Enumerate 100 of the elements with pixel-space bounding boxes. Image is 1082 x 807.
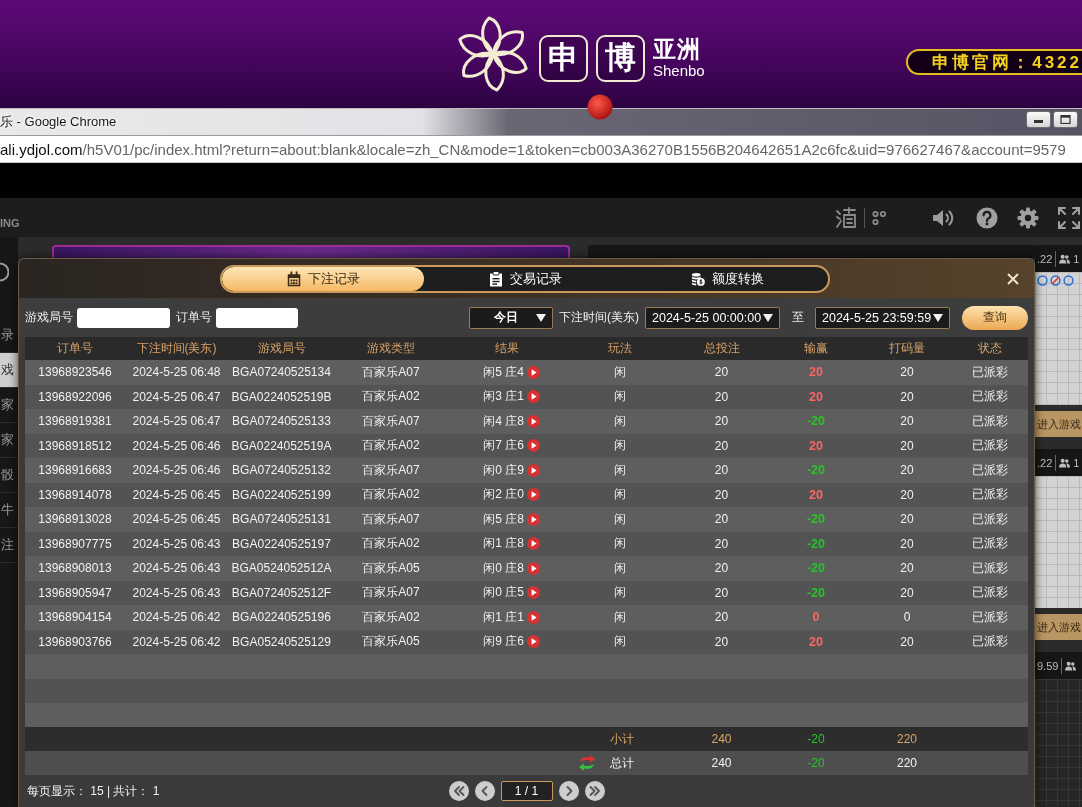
address-bar[interactable]: ali.ydjol.com/h5V01/pc/index.html?return=about:blank&locale=zh_CN&mode=1&token=cb003A36270B1556B204642651A2c6fc&uid=976627467&account=9579 <box>0 135 1082 163</box>
table-cell-text: 闲 <box>613 535 627 553</box>
play-icon[interactable] <box>526 365 540 379</box>
table-cell-text: 已派彩 <box>970 535 1009 553</box>
table-cell-text: BGA0524052512A <box>230 561 333 576</box>
start-time-dropdown[interactable]: 2024-5-25 00:00:00 <box>645 306 780 329</box>
play-icon[interactable] <box>526 414 540 428</box>
help-icon[interactable] <box>976 206 998 229</box>
table-cell-text: 13968905947 <box>37 585 113 600</box>
player-count: 1 <box>1073 252 1080 265</box>
win-loss-value: -20 <box>806 536 826 551</box>
result-text: 闲5 庄8 <box>483 510 524 528</box>
page-field[interactable]: 1 / 1 <box>500 781 553 801</box>
tab[interactable]: 交易记录 <box>424 266 626 291</box>
play-icon[interactable] <box>526 439 540 453</box>
play-icon[interactable] <box>526 463 540 477</box>
table-cell-text: 13968907775 <box>37 536 113 551</box>
table-cell-text: 13968904154 <box>37 610 113 625</box>
sidebar-item[interactable]: 戏 <box>0 353 18 388</box>
tab[interactable]: 下注记录 <box>222 266 424 291</box>
table-cell-text: BGA02240525199 <box>231 487 332 502</box>
calendar-icon <box>286 270 301 287</box>
table-cell-text: 百家乐A07 <box>361 363 421 381</box>
next-page-button[interactable] <box>558 781 579 801</box>
play-icon[interactable] <box>526 537 540 551</box>
table-cell-text: 闲 <box>613 584 627 602</box>
dots-icon[interactable] <box>872 209 886 226</box>
result-text: 闲0 庄8 <box>483 559 524 577</box>
tab[interactable]: 额度转换 <box>626 266 828 291</box>
table-cell-text: 百家乐A02 <box>361 388 421 406</box>
play-icon[interactable] <box>526 390 540 404</box>
first-page-button[interactable] <box>448 781 469 801</box>
column-header: 玩法 <box>607 340 633 357</box>
table-cell-text: 2024-5-25 06:45 <box>131 512 222 527</box>
table-cell-text: 百家乐A05 <box>361 559 421 577</box>
result-text: 闲1 庄8 <box>483 535 524 553</box>
stat-value: 9.59 <box>1037 659 1059 672</box>
win-loss-value: 0 <box>812 610 820 625</box>
table-cell-text: 已派彩 <box>970 461 1009 479</box>
table-cell-text: 闲 <box>613 363 627 381</box>
close-button[interactable] <box>1007 272 1019 285</box>
end-time-dropdown[interactable]: 2024-5-25 23:59:59 <box>815 306 950 329</box>
brand-text: ING <box>0 216 20 229</box>
table-cell-text: 闲 <box>613 608 627 626</box>
enter-game-button[interactable]: 进入游戏 <box>1035 614 1082 640</box>
table-cell-text: 已派彩 <box>970 510 1009 528</box>
table-cell-text: 20 <box>899 389 915 404</box>
play-icon[interactable] <box>526 635 540 649</box>
period-dropdown[interactable]: 今日 <box>469 306 553 329</box>
win-loss-value: 20 <box>809 487 823 502</box>
table-cell-text: 闲 <box>613 461 627 479</box>
table-cell-text: 20 <box>899 438 915 453</box>
win-loss-value: -20 <box>806 414 826 429</box>
order-number-field[interactable] <box>216 307 298 328</box>
table-cell-text: 已派彩 <box>970 437 1009 455</box>
play-icon[interactable] <box>526 488 540 502</box>
logo-character: 博 <box>596 34 645 82</box>
fullscreen-icon[interactable] <box>1058 206 1080 229</box>
last-page-button[interactable] <box>584 781 605 801</box>
table-cell-text: BGA0224052519B <box>230 389 333 404</box>
character-icon[interactable] <box>835 206 857 229</box>
url-text: ali.ydjol.com/h5V01/pc/index.html?return=about:blank&locale=zh_CN&mode=1&token=cb003A36270B1556B204642651A2c6fc&uid=976627467&account=9579 <box>0 140 1066 158</box>
table-cell-text: 2024-5-25 06:45 <box>131 487 222 502</box>
speaker-icon[interactable] <box>932 207 956 228</box>
play-icon[interactable] <box>526 561 540 575</box>
result-text: 闲5 庄4 <box>483 363 524 381</box>
refresh-icon[interactable] <box>578 755 596 771</box>
table-cell-text: 2024-5-25 06:48 <box>131 365 222 380</box>
caret-icon <box>933 313 943 322</box>
round-number-field[interactable] <box>77 307 170 328</box>
win-loss-value: -20 <box>806 463 826 478</box>
win-loss-value: -20 <box>807 732 825 746</box>
table-cell-text: 百家乐A05 <box>361 633 421 651</box>
enter-game-button[interactable]: 进入游戏 <box>1035 411 1082 437</box>
table-cell-text: 13968903766 <box>37 634 113 649</box>
logo-title: 亚洲 <box>653 36 702 62</box>
maximize-button[interactable] <box>1053 111 1078 128</box>
caret-icon <box>536 313 546 322</box>
slashed-circle-marker-icon <box>1050 275 1061 286</box>
minimize-button[interactable] <box>1026 111 1051 128</box>
column-header: 输赢 <box>803 340 829 357</box>
table-cell-text: BGA07240525134 <box>231 365 332 380</box>
table-cell-text: 闲 <box>613 633 627 651</box>
table-cell-text: 百家乐A07 <box>361 510 421 528</box>
table-cell-text: 百家乐A07 <box>361 461 421 479</box>
table-cell-text: BGA07240525131 <box>231 512 332 527</box>
table-cell-text: 13968916683 <box>37 463 113 478</box>
column-header: 状态 <box>976 340 1003 357</box>
play-icon[interactable] <box>526 586 540 600</box>
filter-label: 订单号 <box>176 309 212 326</box>
previous-page-button[interactable] <box>474 781 495 801</box>
play-icon[interactable] <box>526 610 540 624</box>
settings-icon[interactable] <box>1017 206 1039 229</box>
window-title: 乐 - Google Chrome <box>0 113 117 131</box>
result-text: 闲9 庄6 <box>483 633 524 651</box>
column-header: 订单号 <box>56 340 94 357</box>
query-button[interactable]: 查询 <box>962 305 1028 330</box>
table-cell-text: 13968908013 <box>37 561 113 576</box>
play-icon[interactable] <box>526 512 540 526</box>
circle-marker-icon <box>1037 275 1048 286</box>
